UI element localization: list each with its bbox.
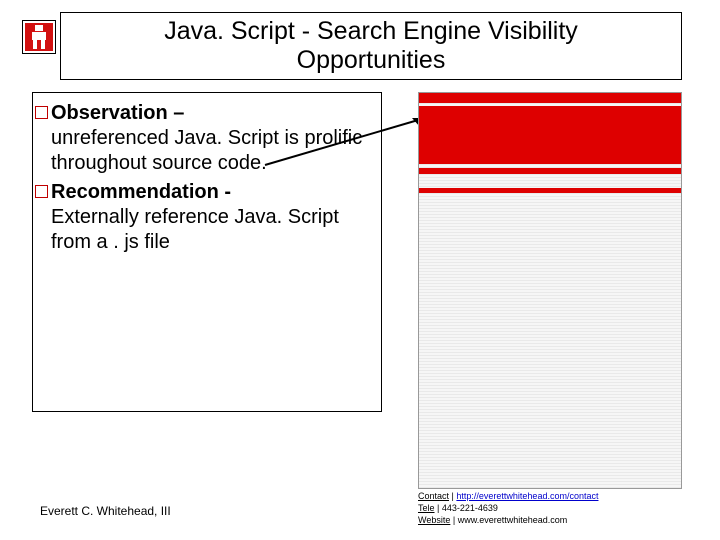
author-name: Everett C. Whitehead, III: [40, 504, 171, 518]
bullet-body: unreferenced Java. Script is prolific th…: [51, 126, 369, 176]
bullet-head: Recommendation -: [51, 180, 369, 205]
slide-title: Java. Script - Search Engine Visibility …: [60, 12, 682, 80]
logo-icon: [22, 20, 56, 54]
website-label: Website: [418, 515, 450, 525]
content-body: Observation – unreferenced Java. Script …: [32, 92, 382, 412]
title-line-2: Opportunities: [297, 46, 446, 74]
website-url: www.everettwhitehead.com: [458, 515, 568, 525]
contact-url-link[interactable]: http://everettwhitehead.com/contact: [456, 491, 598, 501]
title-line-1: Java. Script - Search Engine Visibility: [164, 17, 578, 45]
bullet-recommendation: Recommendation - Externally reference Ja…: [51, 180, 369, 255]
tele-label: Tele: [418, 503, 435, 513]
bullet-observation: Observation – unreferenced Java. Script …: [51, 101, 369, 176]
bullet-head: Observation –: [51, 101, 369, 126]
phone-number: 443-221-4639: [442, 503, 498, 513]
contact-block: Contact | http://everettwhitehead.com/co…: [418, 490, 598, 526]
contact-label: Contact: [418, 491, 449, 501]
source-code-thumbnail: [418, 92, 682, 489]
bullet-body: Externally reference Java. Script from a…: [51, 205, 369, 255]
